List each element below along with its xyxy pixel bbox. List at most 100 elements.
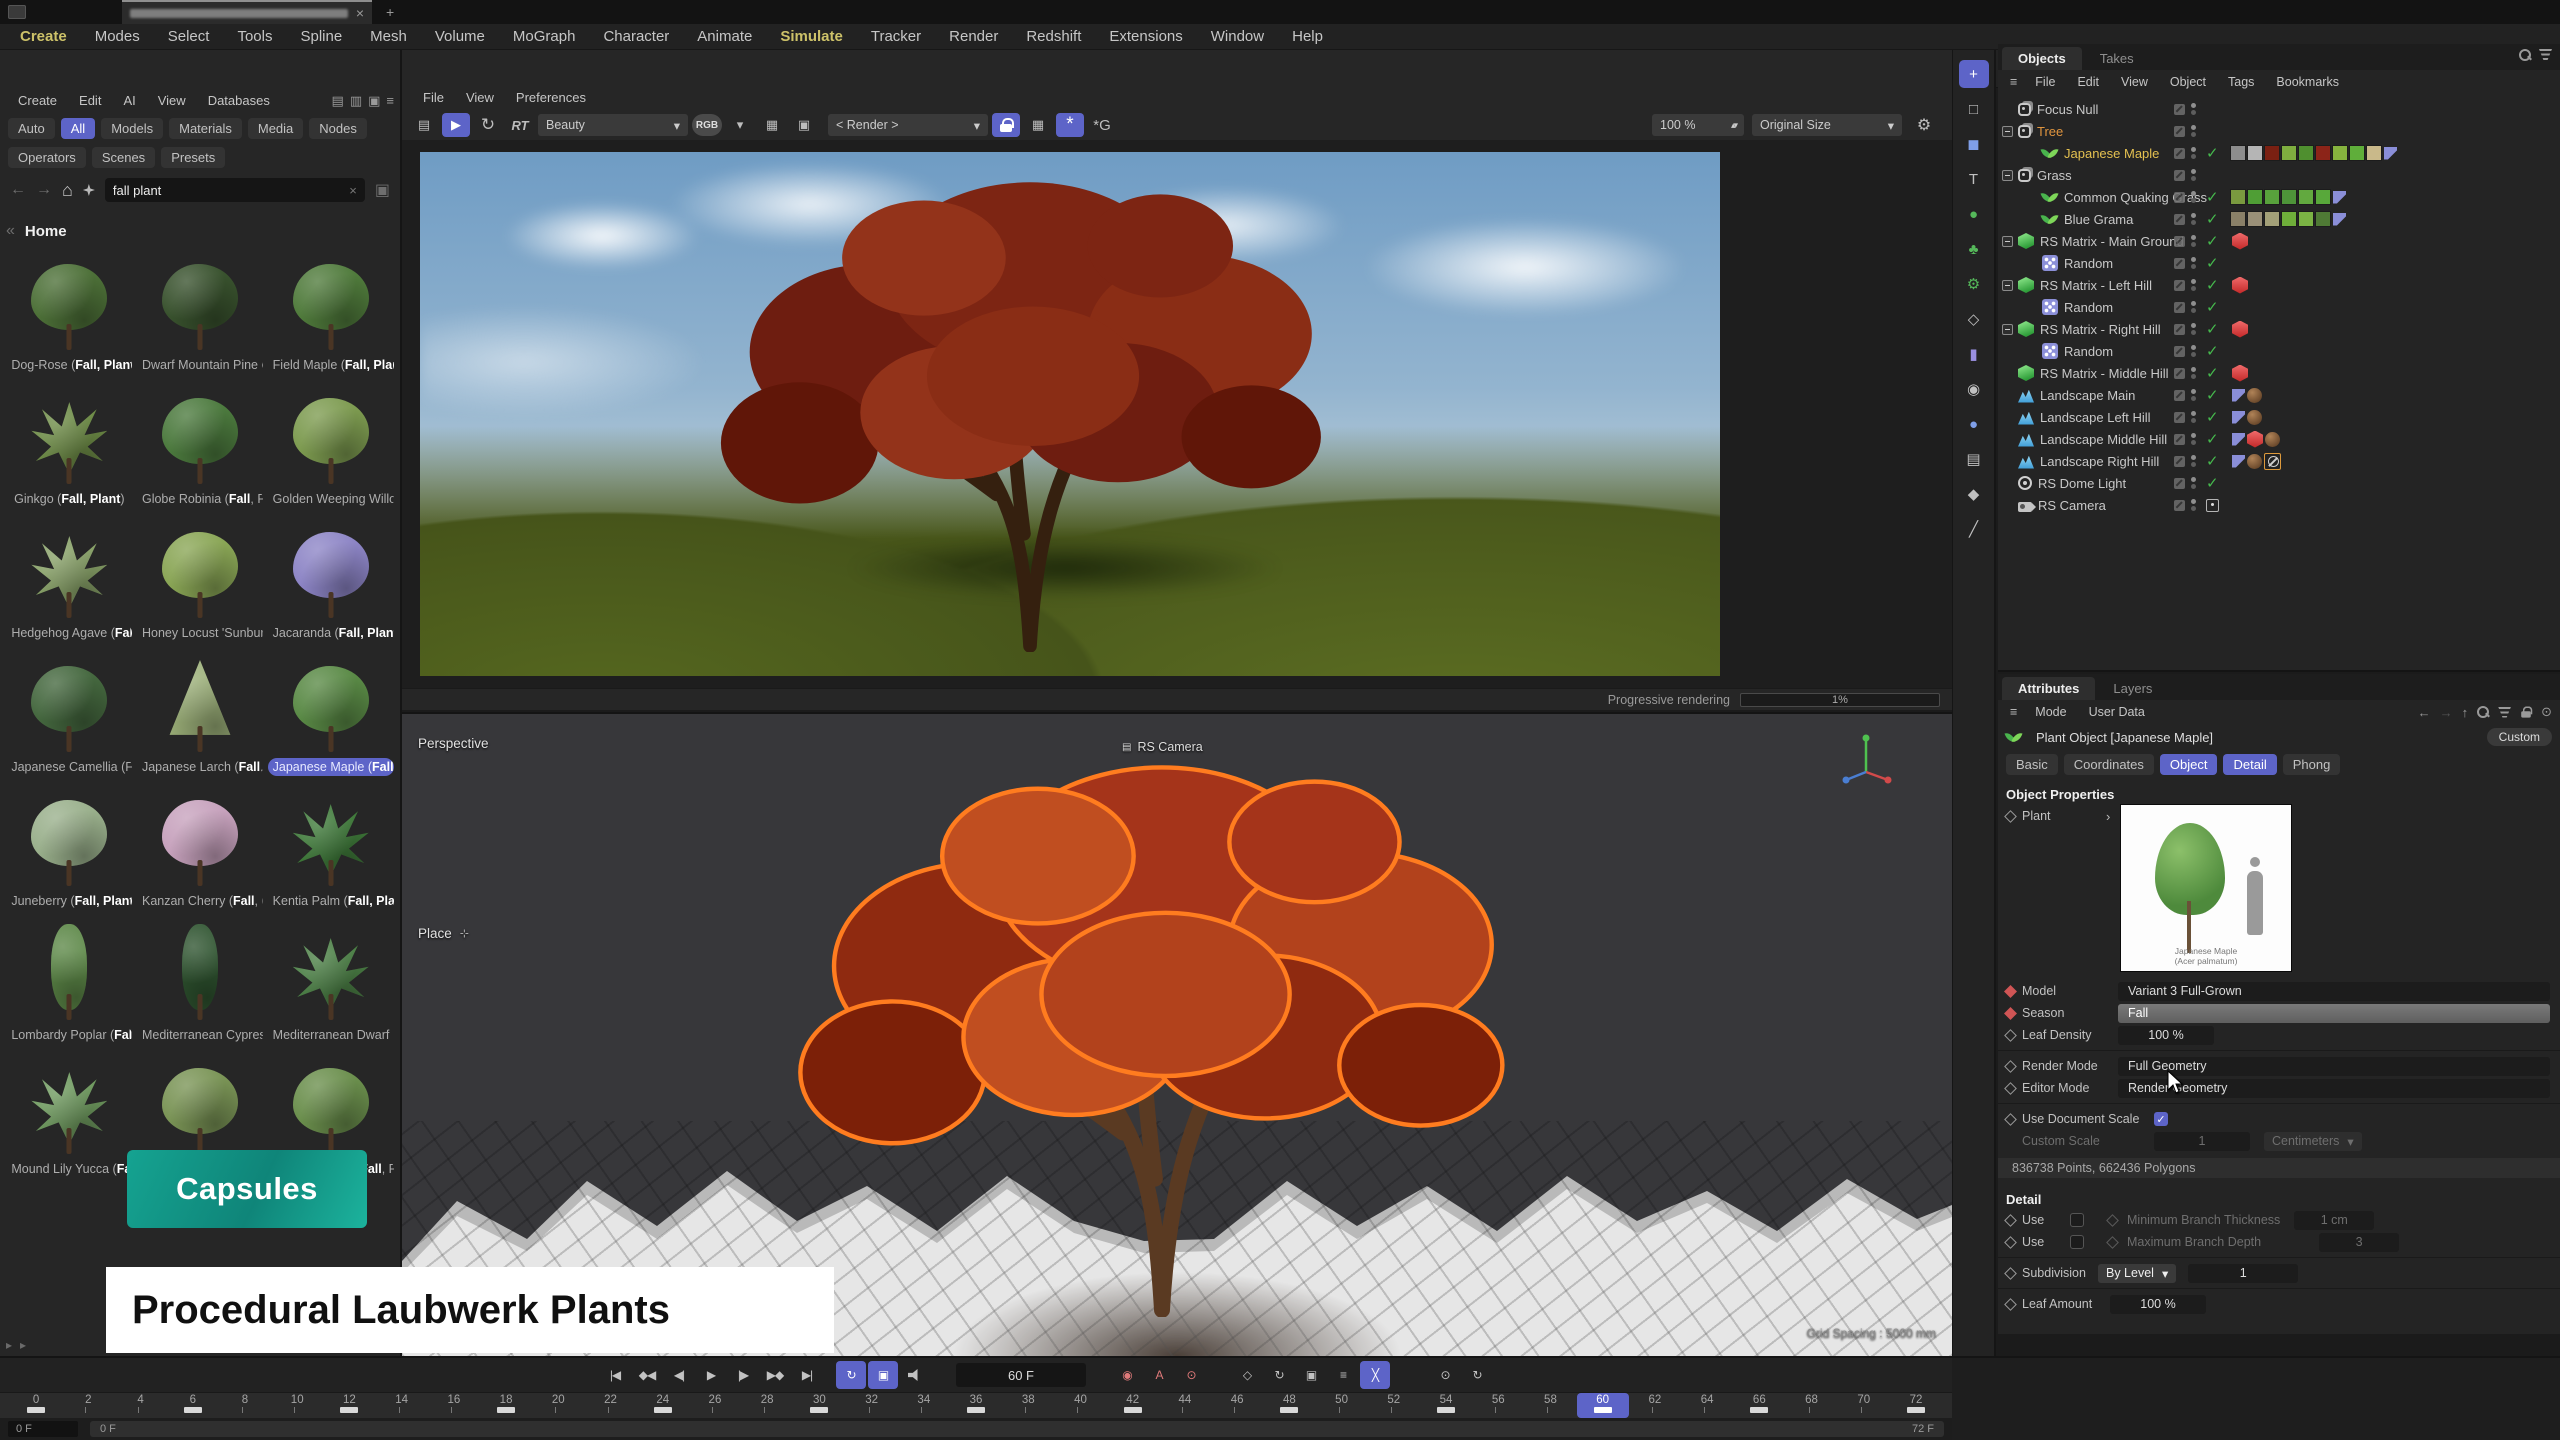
transport-button[interactable]: ▶: [696, 1361, 726, 1389]
timeline-tick[interactable]: 48: [1263, 1393, 1315, 1418]
layer-toggle-icon[interactable]: [2174, 148, 2185, 159]
timeline-tick[interactable]: 56: [1472, 1393, 1524, 1418]
use-document-scale-checkbox[interactable]: ✓: [2154, 1112, 2168, 1126]
material-tag-icon[interactable]: [2333, 213, 2346, 226]
visibility-dots-icon[interactable]: [2191, 301, 2196, 313]
object-row[interactable]: RS Matrix - Middle Hill ✓: [1998, 362, 2560, 384]
visibility-dots-icon[interactable]: [2191, 433, 2196, 445]
timeline-tick[interactable]: 24: [637, 1393, 689, 1418]
material-tag-icon[interactable]: [2232, 389, 2245, 402]
key-filter-button[interactable]: ◇: [1232, 1361, 1262, 1389]
key-filter-button[interactable]: ╳: [1360, 1361, 1390, 1389]
material-tag-icon[interactable]: [2232, 411, 2245, 424]
redshift-tag-icon[interactable]: [2232, 365, 2248, 382]
filter-chip[interactable]: Presets: [161, 147, 225, 168]
custom-scale-field[interactable]: 1: [2154, 1132, 2250, 1151]
mode-tool-icon[interactable]: ♣: [1959, 235, 1989, 263]
enabled-check-icon[interactable]: ✓: [2206, 386, 2219, 404]
object-menu-item[interactable]: Bookmarks: [2266, 69, 2349, 95]
min-branch-field[interactable]: 1 cm: [2294, 1211, 2374, 1230]
transport-button[interactable]: |▶: [728, 1361, 758, 1389]
timeline-tick[interactable]: 8: [219, 1393, 271, 1418]
filter-chip[interactable]: Scenes: [92, 147, 155, 168]
asset-thumbnail[interactable]: [141, 652, 259, 758]
current-frame-field[interactable]: 60 F: [956, 1363, 1086, 1387]
timeline-tick[interactable]: 54: [1420, 1393, 1472, 1418]
burger-icon[interactable]: ≡: [2004, 699, 2023, 725]
object-label[interactable]: Blue Grama: [2064, 212, 2133, 227]
timeline-tick[interactable]: 58: [1524, 1393, 1576, 1418]
visibility-dots-icon[interactable]: [2191, 169, 2196, 181]
asset-item[interactable]: Mediterranean Cypres...: [135, 920, 266, 1044]
enabled-check-icon[interactable]: ✓: [2206, 254, 2219, 272]
burger-icon[interactable]: ≡: [386, 93, 394, 109]
lock-icon[interactable]: [2521, 706, 2531, 717]
layer-toggle-icon[interactable]: [2174, 280, 2185, 291]
object-row[interactable]: RS Matrix - Main Ground ✓: [1998, 230, 2560, 252]
timeline-tick[interactable]: 62: [1629, 1393, 1681, 1418]
texture-tag-icon[interactable]: [2265, 432, 2280, 447]
lock-icon[interactable]: [992, 113, 1020, 137]
mode-tool-icon[interactable]: ╱: [1959, 515, 1989, 543]
open-window-icon[interactable]: ▣: [368, 93, 380, 109]
timeline-tick[interactable]: 46: [1211, 1393, 1263, 1418]
rt-toggle[interactable]: RT: [506, 113, 534, 137]
panel-tab[interactable]: Layers: [2097, 677, 2168, 700]
asset-item[interactable]: Honey Locust 'Sunbur...: [135, 518, 266, 642]
filter-chip[interactable]: Models: [101, 118, 163, 139]
asset-item[interactable]: Golden Weeping Willo...: [265, 384, 396, 508]
season-dropdown[interactable]: Fall: [2118, 1004, 2550, 1023]
dither-grid-icon[interactable]: ▦: [758, 113, 786, 137]
timeline-tick[interactable]: 64: [1681, 1393, 1733, 1418]
enabled-check-icon[interactable]: ✓: [2206, 298, 2219, 316]
home-icon[interactable]: ⌂: [62, 180, 73, 201]
menu-item[interactable]: Character: [589, 24, 683, 50]
mode-tool-icon[interactable]: □: [1959, 95, 1989, 123]
asset-menu-item[interactable]: View: [148, 88, 196, 114]
param-diamond-icon[interactable]: [2004, 1298, 2017, 1311]
timeline-tick[interactable]: 40: [1054, 1393, 1106, 1418]
leaf-amount-field[interactable]: 100 %: [2110, 1295, 2206, 1314]
grid-icon[interactable]: ▦: [1024, 113, 1052, 137]
search-icon[interactable]: [2477, 706, 2489, 718]
keyed-param-icon[interactable]: [2004, 985, 2017, 998]
target-icon[interactable]: ⊙: [2541, 704, 2552, 720]
crop-icon[interactable]: ▣: [790, 113, 818, 137]
object-label[interactable]: Random: [2064, 300, 2113, 315]
asset-thumbnail[interactable]: [141, 384, 259, 490]
object-label[interactable]: Grass: [2037, 168, 2072, 183]
menu-item[interactable]: Tracker: [857, 24, 935, 50]
enabled-check-icon[interactable]: ✓: [2206, 210, 2219, 228]
layer-toggle-icon[interactable]: [2174, 214, 2185, 225]
asset-item[interactable]: Japanese Camellia (Fal...: [4, 652, 135, 776]
render-view-menu-item[interactable]: Preferences: [507, 85, 595, 111]
plant-preview-thumbnail[interactable]: Japanese Maple(Acer palmatum): [2120, 804, 2292, 972]
snapshot-icon[interactable]: *: [1056, 113, 1084, 137]
visibility-dots-icon[interactable]: [2191, 389, 2196, 401]
object-row[interactable]: Landscape Right Hill ✓: [1998, 450, 2560, 472]
timeline-tick[interactable]: 44: [1159, 1393, 1211, 1418]
timeline-ruler[interactable]: 0 2 4 6 8 10 12 14 16 18: [0, 1392, 1952, 1418]
timeline-tick[interactable]: 32: [846, 1393, 898, 1418]
clear-search-icon[interactable]: ×: [349, 183, 357, 198]
ipr-play-icon[interactable]: ▶: [442, 113, 470, 137]
visibility-dots-icon[interactable]: [2191, 411, 2196, 423]
menu-item[interactable]: Tools: [223, 24, 286, 50]
timeline-tick[interactable]: 42: [1107, 1393, 1159, 1418]
visibility-dots-icon[interactable]: [2191, 477, 2196, 489]
param-diamond-icon[interactable]: [2004, 1082, 2017, 1095]
layer-toggle-icon[interactable]: [2174, 456, 2185, 467]
collapse-icon[interactable]: «: [6, 222, 15, 240]
transport-button[interactable]: ◀|: [664, 1361, 694, 1389]
asset-menu-item[interactable]: Create: [8, 88, 67, 114]
layer-toggle-icon[interactable]: [2174, 500, 2185, 511]
mode-tool-icon[interactable]: ◇: [1959, 305, 1989, 333]
mode-tool-icon[interactable]: T: [1959, 165, 1989, 193]
filter-chip[interactable]: Materials: [169, 118, 242, 139]
timeline-tick[interactable]: 26: [689, 1393, 741, 1418]
panel-tab[interactable]: Attributes: [2002, 677, 2095, 700]
timeline-tick[interactable]: 22: [584, 1393, 636, 1418]
expander-icon[interactable]: [2002, 126, 2013, 137]
menu-item[interactable]: Volume: [421, 24, 499, 50]
back-icon[interactable]: ←: [2418, 705, 2431, 720]
